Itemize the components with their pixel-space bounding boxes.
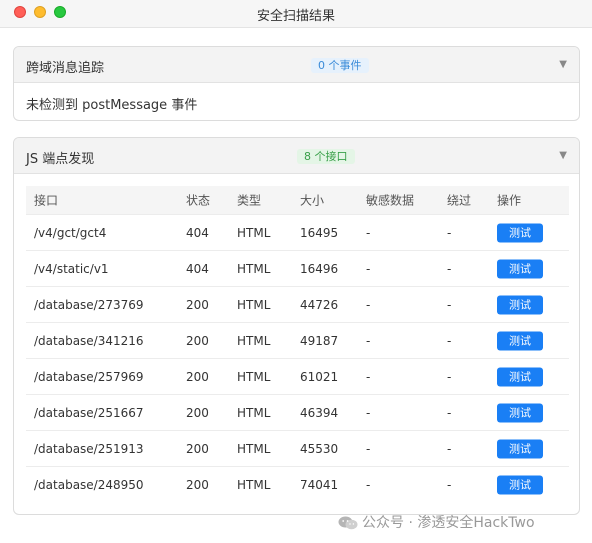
endpoint-path: /database/341216 (34, 333, 144, 348)
response-size: 49187 (300, 333, 339, 348)
cross-origin-panel-header[interactable]: 跨域消息追踪 0 个事件 ▼ (14, 47, 579, 83)
test-button[interactable]: 测试 (497, 367, 543, 386)
endpoints-panel: JS 端点发现 8 个接口 ▼ 接口 状态 类型 大小 敏感数据 绕过 操作 /… (13, 137, 580, 515)
sensitive-data: - (366, 477, 371, 492)
sensitive-data: - (366, 297, 371, 312)
endpoint-path: /v4/static/v1 (34, 261, 109, 276)
endpoints-panel-header[interactable]: JS 端点发现 8 个接口 ▼ (14, 138, 579, 174)
status-code: 200 (186, 441, 209, 456)
chevron-down-icon[interactable]: ▼ (559, 59, 567, 70)
content-type: HTML (237, 405, 271, 420)
endpoints-table: 接口 状态 类型 大小 敏感数据 绕过 操作 /v4/gct/gct4 404 … (26, 186, 569, 502)
sensitive-data: - (366, 441, 371, 456)
bypass-result: - (447, 225, 452, 240)
test-button[interactable]: 测试 (497, 295, 543, 314)
bypass-result: - (447, 333, 452, 348)
sensitive-data: - (366, 369, 371, 384)
window-title: 安全扫描结果 (256, 9, 335, 24)
sensitive-data: - (366, 405, 371, 420)
response-size: 16495 (300, 225, 339, 240)
column-header-sensitive: 敏感数据 (366, 193, 415, 208)
cross-origin-panel-title: 跨域消息追踪 (26, 61, 105, 76)
wechat-icon (338, 516, 358, 530)
status-code: 200 (186, 405, 209, 420)
content-type: HTML (237, 441, 271, 456)
endpoint-count-badge: 8 个接口 (297, 149, 355, 164)
status-code: 200 (186, 297, 209, 312)
table-row: /database/273769 200 HTML 44726 - - 测试 (26, 286, 569, 322)
table-row: /v4/static/v1 404 HTML 16496 - - 测试 (26, 250, 569, 286)
status-code: 404 (186, 261, 209, 276)
content-type: HTML (237, 333, 271, 348)
status-code: 404 (186, 225, 209, 240)
sensitive-data: - (366, 261, 371, 276)
status-code: 200 (186, 477, 209, 492)
test-button[interactable]: 测试 (497, 223, 543, 242)
response-size: 16496 (300, 261, 339, 276)
sensitive-data: - (366, 225, 371, 240)
watermark: 公众号 · 渗透安全HackTwo (338, 512, 535, 532)
column-header-status: 状态 (186, 193, 211, 208)
watermark-text: 公众号 · 渗透安全HackTwo (362, 515, 535, 531)
bypass-result: - (447, 477, 452, 492)
cross-origin-empty-message: 未检测到 postMessage 事件 (26, 98, 198, 113)
table-row: /database/251667 200 HTML 46394 - - 测试 (26, 394, 569, 430)
content-type: HTML (237, 369, 271, 384)
column-header-type: 类型 (237, 193, 262, 208)
test-button[interactable]: 测试 (497, 259, 543, 278)
event-count-badge: 0 个事件 (311, 58, 369, 73)
content-type: HTML (237, 261, 271, 276)
content-type: HTML (237, 297, 271, 312)
table-row: /v4/gct/gct4 404 HTML 16495 - - 测试 (26, 214, 569, 250)
response-size: 45530 (300, 441, 339, 456)
test-button[interactable]: 测试 (497, 331, 543, 350)
endpoints-panel-title: JS 端点发现 (26, 152, 95, 167)
endpoint-path: /database/273769 (34, 297, 144, 312)
test-button[interactable]: 测试 (497, 439, 543, 458)
table-row: /database/251913 200 HTML 45530 - - 测试 (26, 430, 569, 466)
endpoint-path: /database/251913 (34, 441, 144, 456)
window-titlebar: 安全扫描结果 (0, 0, 592, 28)
bypass-result: - (447, 405, 452, 420)
bypass-result: - (447, 297, 452, 312)
table-row: /database/257969 200 HTML 61021 - - 测试 (26, 358, 569, 394)
content-type: HTML (237, 225, 271, 240)
bypass-result: - (447, 369, 452, 384)
table-row: /database/248950 200 HTML 74041 - - 测试 (26, 466, 569, 502)
endpoint-path: /database/251667 (34, 405, 144, 420)
column-header-action: 操作 (497, 193, 522, 208)
table-header-row: 接口 状态 类型 大小 敏感数据 绕过 操作 (26, 186, 569, 214)
response-size: 74041 (300, 477, 339, 492)
bypass-result: - (447, 441, 452, 456)
test-button[interactable]: 测试 (497, 403, 543, 422)
endpoint-path: /database/257969 (34, 369, 144, 384)
chevron-down-icon[interactable]: ▼ (559, 150, 567, 161)
sensitive-data: - (366, 333, 371, 348)
content-type: HTML (237, 477, 271, 492)
column-header-api: 接口 (34, 193, 59, 208)
status-code: 200 (186, 333, 209, 348)
column-header-bypass: 绕过 (447, 193, 472, 208)
test-button[interactable]: 测试 (497, 475, 543, 494)
endpoint-path: /database/248950 (34, 477, 144, 492)
response-size: 61021 (300, 369, 339, 384)
table-row: /database/341216 200 HTML 49187 - - 测试 (26, 322, 569, 358)
response-size: 44726 (300, 297, 339, 312)
column-header-size: 大小 (300, 193, 325, 208)
status-code: 200 (186, 369, 209, 384)
endpoint-path: /v4/gct/gct4 (34, 225, 107, 240)
cross-origin-panel: 跨域消息追踪 0 个事件 ▼ 未检测到 postMessage 事件 (13, 46, 580, 121)
response-size: 46394 (300, 405, 339, 420)
bypass-result: - (447, 261, 452, 276)
